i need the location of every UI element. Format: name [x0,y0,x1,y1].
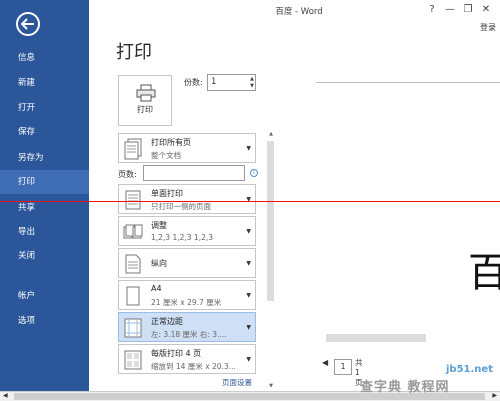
help-button[interactable]: ? [425,4,439,15]
nav-options[interactable]: 选项 [0,309,89,333]
pages-label: 页数: [118,170,137,179]
margins-dropdown[interactable]: 正常边距 左: 3.18 厘米 右: 3.... ▼ [118,312,256,342]
chevron-down-icon: ▼ [246,292,251,299]
copies-down-icon[interactable]: ▼ [250,83,254,89]
chevron-down-icon: ▼ [246,260,251,267]
collate-title: 调整 [151,221,167,230]
one-sided-icon [125,190,141,210]
margins-title: 正常边距 [151,317,183,326]
collate-dropdown[interactable]: 调整 1,2,3 1,2,3 1,2,3 ▼ [118,216,256,246]
collate-icon [123,224,143,239]
page-title: 打印 [116,42,152,63]
prev-page-icon[interactable]: ◀ [322,358,328,367]
preview-text: 百 [468,250,500,296]
copies-label: 份数: [184,78,203,87]
watermark-domain: jb51.net [446,364,493,375]
chevron-down-icon: ▼ [246,356,251,363]
nav-save-as[interactable]: 另存为 [0,146,89,170]
chevron-down-icon: ▼ [246,324,251,331]
margins-icon [124,318,142,338]
preview-hscrollbar[interactable] [316,333,500,343]
scroll-down-icon[interactable]: ▼ [266,383,276,389]
print-range-title: 打印所有页 [151,138,191,147]
pages-per-sheet-icon [124,350,142,370]
print-button-label: 打印 [137,105,153,114]
copies-value: 1 [211,77,217,87]
collate-sub: 1,2,3 1,2,3 1,2,3 [151,233,214,242]
back-arrow-icon[interactable] [16,12,40,36]
print-preview [316,83,500,348]
scroll-up-icon[interactable]: ▲ [266,131,276,137]
red-guide-line [0,201,500,202]
print-range-sub: 整个文档 [151,151,181,160]
nav-export[interactable]: 导出 [0,220,89,244]
margins-sub: 左: 3.18 厘米 右: 3.... [151,330,227,339]
minimize-button[interactable]: — [443,4,457,15]
paper-size-title: A4 [151,284,162,293]
page-setup-link[interactable]: 页面设置 [222,377,252,388]
sides-dropdown[interactable]: 单面打印 只打印一侧的页面 ▼ [118,184,256,214]
paper-size-dropdown[interactable]: A4 21 厘米 x 29.7 厘米 ▼ [118,280,256,310]
orientation-dropdown[interactable]: 纵向 ▼ [118,248,256,278]
pages-input[interactable] [143,165,245,181]
title-bar: 百度 - Word ? — ❐ ✕ [89,0,500,24]
scroll-right-icon[interactable]: ▶ [492,392,497,399]
page-number-input[interactable]: 1 [334,359,352,375]
settings-scrollbar[interactable]: ▲ ▼ [266,131,276,389]
scrollbar-thumb[interactable] [267,141,274,301]
nav-save[interactable]: 保存 [0,120,89,144]
page-total-label: 共 [355,358,363,367]
copies-up-icon[interactable]: ▲ [250,76,254,82]
nav-share[interactable]: 共享 [0,196,89,220]
watermark-text: 查字典 教程网 [360,380,450,395]
close-button[interactable]: ✕ [479,4,493,15]
backstage-sidebar: 信息 新建 打开 保存 另存为 打印 共享 导出 关闭 帐户 选项 [0,0,89,392]
nav-info[interactable]: 信息 [0,46,89,70]
nav-print[interactable]: 打印 [0,170,89,194]
scrollbar-thumb[interactable] [326,334,426,342]
print-button[interactable]: 打印 [118,75,172,126]
chevron-down-icon: ▼ [246,145,251,152]
sides-title: 单面打印 [151,189,183,198]
portrait-icon [125,254,141,274]
nav-account[interactable]: 帐户 [0,284,89,308]
pages-per-sheet-title: 每版打印 4 页 [151,349,202,358]
nav-open[interactable]: 打开 [0,96,89,120]
orientation-title: 纵向 [151,259,167,268]
printer-icon [136,84,156,102]
print-range-dropdown[interactable]: 打印所有页 整个文档 ▼ [118,133,256,163]
paper-size-sub: 21 厘米 x 29.7 厘米 [151,298,222,307]
restore-button[interactable]: ❐ [461,4,475,15]
paper-icon [126,286,140,306]
pages-per-sheet-sub: 缩放到 14 厘米 x 20.3... [151,362,236,371]
pages-per-sheet-dropdown[interactable]: 每版打印 4 页 缩放到 14 厘米 x 20.3... ▼ [118,344,256,374]
scroll-left-icon[interactable]: ◀ [3,392,8,399]
login-link[interactable]: 登录 [480,22,496,33]
nav-new[interactable]: 新建 [0,71,89,95]
chevron-down-icon: ▼ [246,228,251,235]
pages-icon [124,138,142,160]
info-icon[interactable]: i [250,169,258,177]
copies-input[interactable]: 1 ▲ ▼ [207,74,256,91]
nav-close[interactable]: 关闭 [0,244,89,268]
window-title: 百度 - Word [275,7,323,17]
sides-sub: 只打印一侧的页面 [151,202,211,211]
